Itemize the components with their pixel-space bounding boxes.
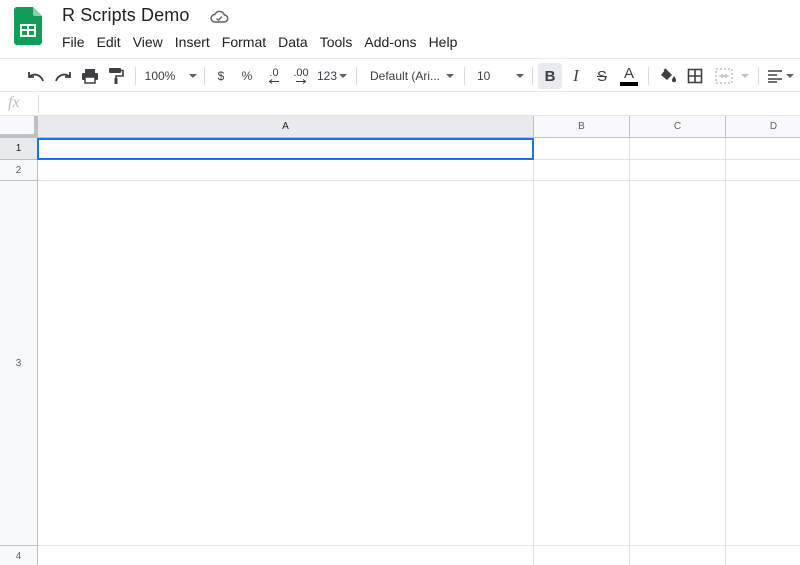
font-size-value: 10 bbox=[477, 69, 491, 83]
more-formats-select[interactable]: 123 bbox=[316, 63, 348, 89]
formula-input[interactable] bbox=[44, 95, 784, 113]
paint-format-icon[interactable] bbox=[104, 63, 128, 89]
toolbar-divider bbox=[758, 67, 759, 85]
cell-b2[interactable] bbox=[534, 160, 630, 181]
cell-d3[interactable] bbox=[726, 181, 800, 546]
column-header-b[interactable]: B bbox=[534, 116, 630, 138]
redo-icon[interactable] bbox=[51, 63, 75, 89]
cell-a3[interactable] bbox=[38, 181, 534, 546]
menu-edit[interactable]: Edit bbox=[91, 32, 127, 52]
cell-b1[interactable] bbox=[534, 138, 630, 160]
decrease-decimal-label: .0 bbox=[269, 67, 279, 79]
font-size-select[interactable]: 10 bbox=[470, 63, 528, 89]
zoom-value: 100% bbox=[144, 69, 176, 83]
text-color-label: A bbox=[623, 65, 634, 82]
menu-add-ons[interactable]: Add-ons bbox=[358, 32, 422, 52]
cell-c3[interactable] bbox=[630, 181, 726, 546]
title-bar: R Scripts Demo File Edit View Insert For… bbox=[0, 0, 800, 58]
column-header-c[interactable]: C bbox=[630, 116, 726, 138]
borders-icon[interactable] bbox=[683, 63, 707, 89]
cell-a2[interactable] bbox=[38, 160, 534, 181]
increase-decimal-label: .00 bbox=[293, 67, 309, 79]
spreadsheet-grid: A B C D 1 2 3 4 bbox=[0, 116, 800, 565]
menu-file[interactable]: File bbox=[56, 32, 91, 52]
menu-format[interactable]: Format bbox=[216, 32, 272, 52]
menu-insert[interactable]: Insert bbox=[169, 32, 216, 52]
cell-d4[interactable] bbox=[726, 546, 800, 565]
fx-icon: fx bbox=[8, 94, 20, 111]
cell-d2[interactable] bbox=[726, 160, 800, 181]
cell-c2[interactable] bbox=[630, 160, 726, 181]
cloud-saved-icon[interactable] bbox=[209, 9, 229, 25]
undo-icon[interactable] bbox=[24, 63, 48, 89]
toolbar-divider bbox=[464, 67, 465, 85]
font-family-select[interactable]: Default (Ari... bbox=[364, 63, 458, 89]
menu-bar: File Edit View Insert Format Data Tools … bbox=[56, 32, 463, 52]
print-icon[interactable] bbox=[78, 63, 102, 89]
menu-view[interactable]: View bbox=[127, 32, 169, 52]
horizontal-align-icon[interactable] bbox=[764, 63, 796, 89]
chevron-down-icon bbox=[785, 74, 794, 78]
text-color-swatch bbox=[620, 82, 638, 86]
select-all-corner[interactable] bbox=[0, 116, 38, 138]
document-title[interactable]: R Scripts Demo bbox=[62, 5, 189, 26]
column-header-d[interactable]: D bbox=[726, 116, 800, 138]
toolbar-divider bbox=[204, 67, 205, 85]
zoom-select[interactable]: 100% bbox=[144, 63, 198, 89]
arrow-left-icon bbox=[268, 79, 279, 84]
row-header-3[interactable]: 3 bbox=[0, 181, 38, 546]
italic-label: I bbox=[573, 66, 579, 85]
cell-c4[interactable] bbox=[630, 546, 726, 565]
formula-bar: fx bbox=[0, 92, 800, 116]
decrease-decimal-button[interactable]: .0 bbox=[262, 63, 286, 89]
chevron-down-icon bbox=[516, 74, 525, 78]
menu-help[interactable]: Help bbox=[423, 32, 464, 52]
chevron-down-icon bbox=[446, 74, 455, 78]
toolbar-divider bbox=[135, 67, 136, 85]
strikethrough-button[interactable]: S bbox=[590, 63, 614, 89]
row-header-2[interactable]: 2 bbox=[0, 160, 38, 181]
fill-color-icon[interactable] bbox=[656, 63, 680, 89]
currency-label: $ bbox=[217, 69, 225, 83]
toolbar: 100% $ % .0 .00 123 Default (Ari... 10 B… bbox=[0, 58, 800, 92]
percent-format-button[interactable]: % bbox=[236, 63, 258, 89]
cell-a4[interactable] bbox=[38, 546, 534, 565]
formula-divider bbox=[38, 95, 39, 113]
chevron-down-icon bbox=[741, 74, 749, 78]
italic-button[interactable]: I bbox=[564, 63, 588, 89]
active-cell-selection[interactable] bbox=[37, 138, 534, 160]
cell-b3[interactable] bbox=[534, 181, 630, 546]
row-header-1[interactable]: 1 bbox=[0, 138, 38, 160]
sheets-logo-icon[interactable] bbox=[14, 7, 42, 45]
text-color-button[interactable]: A bbox=[617, 63, 641, 89]
bold-label: B bbox=[544, 67, 556, 85]
cell-c1[interactable] bbox=[630, 138, 726, 160]
menu-data[interactable]: Data bbox=[272, 32, 314, 52]
bold-button[interactable]: B bbox=[538, 63, 562, 89]
font-family-value: Default (Ari... bbox=[370, 69, 441, 83]
merge-cells-icon[interactable] bbox=[712, 63, 752, 89]
percent-label: % bbox=[241, 69, 253, 83]
toolbar-divider bbox=[532, 67, 533, 85]
cell-b4[interactable] bbox=[534, 546, 630, 565]
more-formats-label: 123 bbox=[316, 69, 338, 83]
currency-format-button[interactable]: $ bbox=[210, 63, 232, 89]
menu-tools[interactable]: Tools bbox=[314, 32, 359, 52]
increase-decimal-button[interactable]: .00 bbox=[288, 63, 314, 89]
strikethrough-label: S bbox=[596, 67, 607, 85]
arrow-right-icon bbox=[296, 79, 307, 84]
column-header-a[interactable]: A bbox=[38, 116, 534, 138]
toolbar-divider bbox=[648, 67, 649, 85]
row-header-4[interactable]: 4 bbox=[0, 546, 38, 565]
chevron-down-icon bbox=[339, 74, 348, 78]
chevron-down-icon bbox=[189, 74, 198, 78]
cell-d1[interactable] bbox=[726, 138, 800, 160]
toolbar-divider bbox=[356, 67, 357, 85]
